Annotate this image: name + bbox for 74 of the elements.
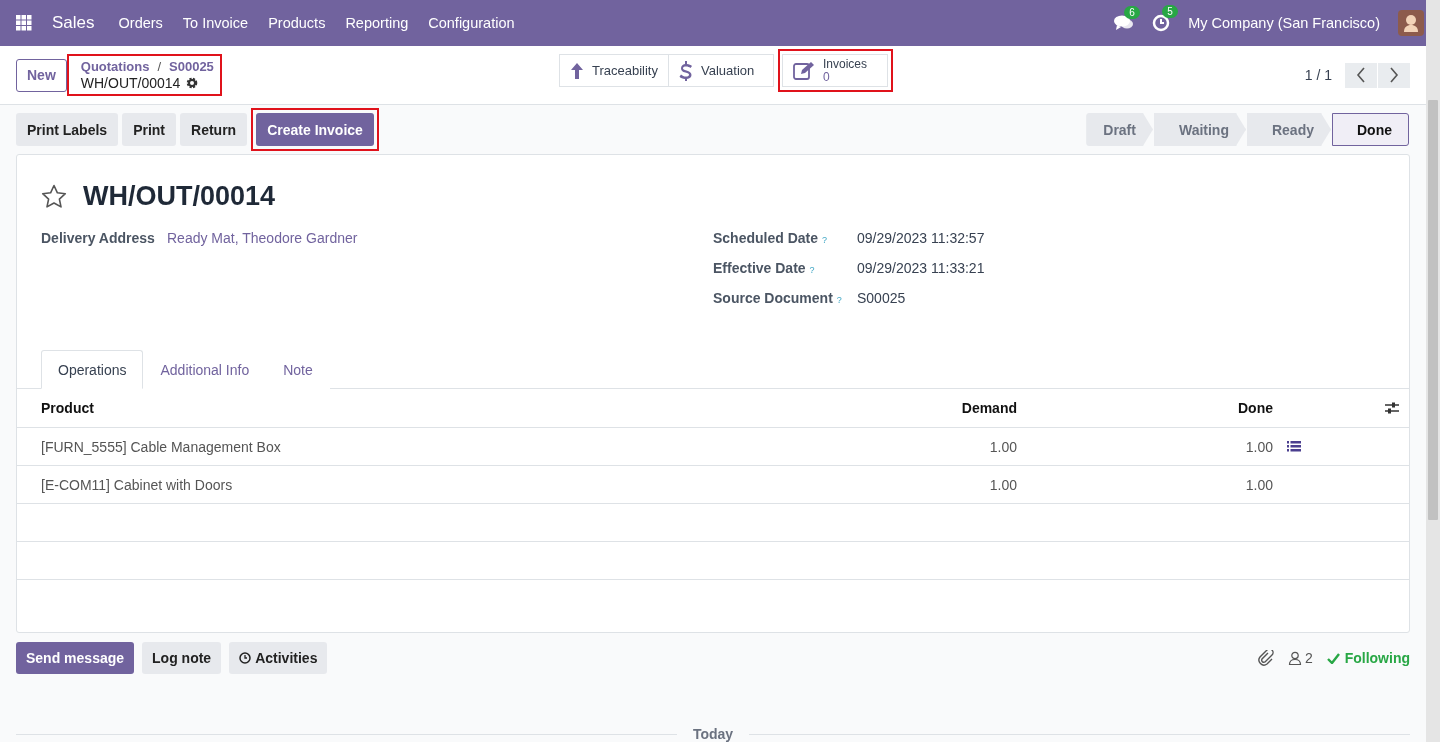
menu-item[interactable]: Products [268, 15, 326, 31]
next-button[interactable] [1378, 62, 1410, 88]
chevron-right-icon [1389, 67, 1399, 83]
help-tooltip[interactable]: ? [822, 235, 828, 245]
dollar-icon [679, 60, 693, 81]
field-label: Scheduled Date [713, 230, 819, 246]
column-header[interactable]: Product [41, 400, 797, 416]
field-label: Effective Date [713, 260, 806, 276]
person-icon [1287, 651, 1302, 665]
list-icon[interactable] [1287, 441, 1301, 452]
field-value: 09/29/2023 11:33:21 [857, 260, 985, 276]
breadcrumb-link[interactable]: S00025 [169, 59, 214, 75]
chatter-button[interactable]: Log note [142, 642, 222, 674]
activity-count-badge: 5 [1162, 5, 1178, 18]
scrollbar[interactable] [1426, 0, 1440, 742]
field-link[interactable]: Ready Mat, Theodore Gardner [167, 230, 358, 246]
action-button[interactable]: Print [122, 113, 177, 146]
smart-button[interactable]: Traceability [559, 54, 669, 87]
help-tooltip[interactable]: ? [809, 265, 815, 275]
field-label: Delivery Address [41, 230, 156, 246]
edit-icon [793, 60, 815, 81]
action-button[interactable]: Create Invoice [256, 113, 374, 146]
column-header[interactable]: Done [1017, 400, 1273, 416]
smart-button[interactable]: Invoices 0 [782, 54, 888, 87]
star-icon[interactable] [41, 184, 67, 209]
chatter-button[interactable]: Send message [16, 642, 135, 674]
help-tooltip[interactable]: ? [836, 295, 842, 305]
product-cell-text: [FURN_5555] Cable Management Box [41, 438, 282, 455]
date-separator: Today [692, 726, 734, 742]
clock-icon [239, 652, 252, 664]
done-cell-text: 1.00 [1244, 438, 1273, 455]
clock-icon[interactable] [1152, 14, 1171, 32]
action-button[interactable]: Return [180, 113, 248, 146]
action-button[interactable]: Print Labels [16, 113, 119, 146]
app-name[interactable]: Sales [52, 13, 95, 33]
app-grid-icon[interactable] [16, 15, 32, 31]
gear-icon[interactable] [186, 77, 199, 89]
chevron-left-icon [1356, 67, 1366, 83]
demand-cell-text: 1.00 [988, 438, 1017, 455]
followers-button[interactable]: 2 [1287, 650, 1313, 666]
breadcrumb-separator: / [157, 59, 162, 75]
notebook-tab[interactable]: Operations [41, 350, 144, 389]
field-value: 09/29/2023 11:32:57 [857, 230, 985, 246]
pager-counter: 1 / 1 [1304, 67, 1332, 83]
column-settings-icon[interactable] [1385, 402, 1399, 414]
column-header[interactable]: Demand [797, 400, 1017, 416]
smart-button[interactable]: Valuation [668, 54, 774, 87]
record-title: WH/OUT/00014 [83, 181, 276, 212]
menu-item[interactable]: Orders [118, 15, 163, 31]
menu-item[interactable]: To Invoice [182, 15, 249, 31]
company-switcher[interactable]: My Company (San Francisco) [1188, 15, 1380, 31]
up-arrow-icon [570, 61, 584, 80]
breadcrumb-link[interactable]: Quotations [80, 59, 150, 75]
status-stage[interactable]: Waiting [1153, 113, 1246, 146]
product-cell-text: [E-COM11] Cabinet with Doors [41, 476, 234, 493]
new-button[interactable]: New [16, 58, 67, 92]
status-stage[interactable]: Ready [1246, 113, 1331, 146]
field-value: S00025 [857, 290, 906, 306]
demand-cell-text: 1.00 [988, 476, 1017, 493]
chat-icon[interactable] [1114, 15, 1135, 31]
menu-item[interactable]: Configuration [428, 15, 515, 31]
paperclip-icon[interactable] [1257, 650, 1274, 666]
user-avatar[interactable] [1398, 10, 1424, 36]
checkmark-icon [1326, 652, 1340, 664]
message-count-badge: 6 [1124, 6, 1140, 19]
status-stage[interactable]: Done [1332, 113, 1409, 146]
current-record-name: WH/OUT/00014 [80, 75, 181, 91]
done-cell-text: 1.00 [1244, 476, 1273, 493]
previous-button[interactable] [1345, 62, 1377, 88]
chatter-button[interactable]: Activities [229, 642, 328, 674]
status-stage[interactable]: Draft [1086, 113, 1153, 146]
field-label: Source Document [713, 290, 833, 306]
menu-item[interactable]: Reporting [345, 15, 409, 31]
following-button[interactable]: Following [1326, 650, 1410, 666]
